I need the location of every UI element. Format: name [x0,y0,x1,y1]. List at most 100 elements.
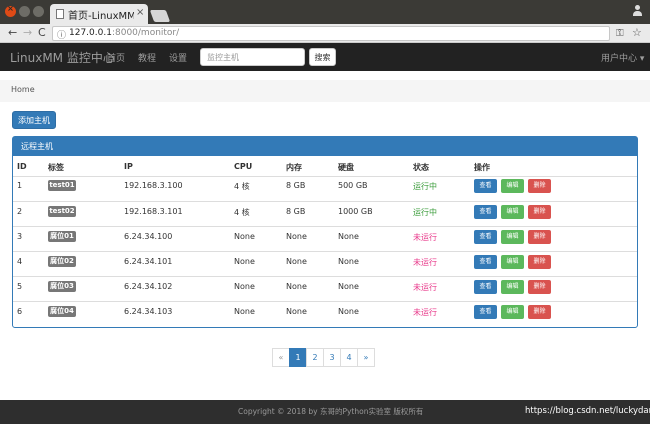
cell-memory: None [286,257,307,266]
nav-tutorial[interactable]: 教程 [138,51,156,64]
info-icon[interactable]: ⓘ [57,28,66,41]
cell-status: 未运行 [413,283,437,292]
edit-button[interactable]: 编辑 [501,230,524,244]
tab-title: 首页-LinuxMM监控 [68,11,134,22]
key-icon[interactable]: ⚿ [616,28,624,39]
search-button[interactable]: 搜索 [309,48,336,66]
view-button[interactable]: 查看 [474,179,497,193]
brand-link[interactable]: LinuxMM 监控中心 [10,49,115,66]
delete-button[interactable]: 删除 [528,280,551,294]
new-tab-button[interactable] [149,10,171,22]
cell-ip: 6.24.34.100 [124,232,173,241]
cell-id: 1 [17,181,23,190]
profile-icon[interactable] [632,5,642,17]
header-cpu: CPU [234,162,253,171]
host-tag-badge: 腐位03 [48,281,76,292]
page-icon [56,9,64,19]
cell-cpu: None [234,232,255,241]
delete-button[interactable]: 删除 [528,305,551,319]
pagination-page-2[interactable]: 2 [306,348,324,367]
panel-title: 远程主机 [21,142,53,151]
host-tag-badge: test02 [48,206,76,217]
url-host: 127.0.0.1 [69,28,112,38]
cell-cpu: 4 核 [234,208,250,217]
header-memory: 内存 [286,163,302,172]
cell-status: 未运行 [413,258,437,267]
delete-button[interactable]: 删除 [528,230,551,244]
back-icon[interactable]: ← [8,26,17,40]
host-tag-badge: test01 [48,180,76,191]
url-text: 127.0.0.1:8000/monitor/ [69,28,179,38]
tab-close-icon[interactable]: × [136,7,144,18]
reload-icon[interactable]: C [38,26,46,40]
breadcrumb: Home [0,80,650,102]
cell-disk: None [338,282,359,291]
cell-disk: 500 GB [338,181,368,190]
cell-memory: 8 GB [286,207,306,216]
view-button[interactable]: 查看 [474,255,497,269]
cell-ip: 6.24.34.101 [124,257,173,266]
pagination-page-3[interactable]: 3 [323,348,341,367]
search-input[interactable] [200,48,305,66]
app-navbar: LinuxMM 监控中心 首页 教程 设置 搜索 用户中心 ▾ [0,43,650,71]
cell-id: 2 [17,207,23,216]
watermark-text: https://blog.csdn.net/luckydarcy [525,406,650,416]
view-button[interactable]: 查看 [474,280,497,294]
header-tag: 标签 [48,163,64,172]
delete-button[interactable]: 删除 [528,255,551,269]
address-bar[interactable]: ⓘ 127.0.0.1:8000/monitor/ [52,26,610,41]
cell-disk: None [338,257,359,266]
cell-memory: None [286,282,307,291]
user-menu-dropdown[interactable]: 用户中心 ▾ [601,51,644,64]
forward-icon[interactable]: → [23,26,32,40]
edit-button[interactable]: 编辑 [501,179,524,193]
cell-id: 4 [17,257,23,266]
view-button[interactable]: 查看 [474,230,497,244]
browser-toolbar: ← → C ⓘ 127.0.0.1:8000/monitor/ ⚿ ☆ [0,24,650,43]
view-button[interactable]: 查看 [474,305,497,319]
host-tag-badge: 腐位01 [48,231,76,242]
cell-cpu: None [234,282,255,291]
panel-heading: 远程主机 [13,137,637,156]
cell-ip: 6.24.34.102 [124,282,173,291]
cell-cpu: None [234,257,255,266]
copyright-text: Copyright © 2018 by 东哥的Python实验室 版权所有 [238,407,424,416]
cell-id: 5 [17,282,23,291]
pagination-page-1[interactable]: 1 [289,348,307,367]
row-divider [13,251,637,252]
window-minimize-button[interactable] [19,6,30,17]
row-divider [13,276,637,277]
header-actions: 操作 [474,163,490,172]
cell-disk: None [338,232,359,241]
edit-button[interactable]: 编辑 [501,255,524,269]
cell-ip: 192.168.3.100 [124,181,183,190]
host-tag-badge: 腐位04 [48,306,76,317]
breadcrumb-home[interactable]: Home [11,85,35,94]
cell-disk: None [338,307,359,316]
edit-button[interactable]: 编辑 [501,280,524,294]
pagination-page-4[interactable]: 4 [340,348,358,367]
add-host-button[interactable]: 添加主机 [12,111,56,129]
pagination-prev[interactable]: « [272,348,290,367]
cell-memory: None [286,232,307,241]
view-button[interactable]: 查看 [474,205,497,219]
window-close-button[interactable]: × [5,4,16,17]
bookmark-star-icon[interactable]: ☆ [632,26,642,39]
nav-home[interactable]: 首页 [107,51,125,64]
header-status: 状态 [413,163,429,172]
header-disk: 硬盘 [338,163,354,172]
nav-settings[interactable]: 设置 [169,51,187,64]
browser-titlebar: × 首页-LinuxMM监控 × [0,0,650,24]
edit-button[interactable]: 编辑 [501,205,524,219]
browser-tab[interactable]: 首页-LinuxMM监控 × [50,4,148,24]
host-tag-badge: 腐位02 [48,256,76,267]
window-maximize-button[interactable] [33,6,44,17]
cell-status: 运行中 [413,208,437,217]
edit-button[interactable]: 编辑 [501,305,524,319]
pagination-next[interactable]: » [357,348,375,367]
delete-button[interactable]: 删除 [528,205,551,219]
row-divider [13,226,637,227]
remote-hosts-panel: 远程主机 ID 标签 IP CPU 内存 硬盘 状态 操作 1 192.168.3… [12,136,638,328]
delete-button[interactable]: 删除 [528,179,551,193]
cell-status: 运行中 [413,182,437,191]
